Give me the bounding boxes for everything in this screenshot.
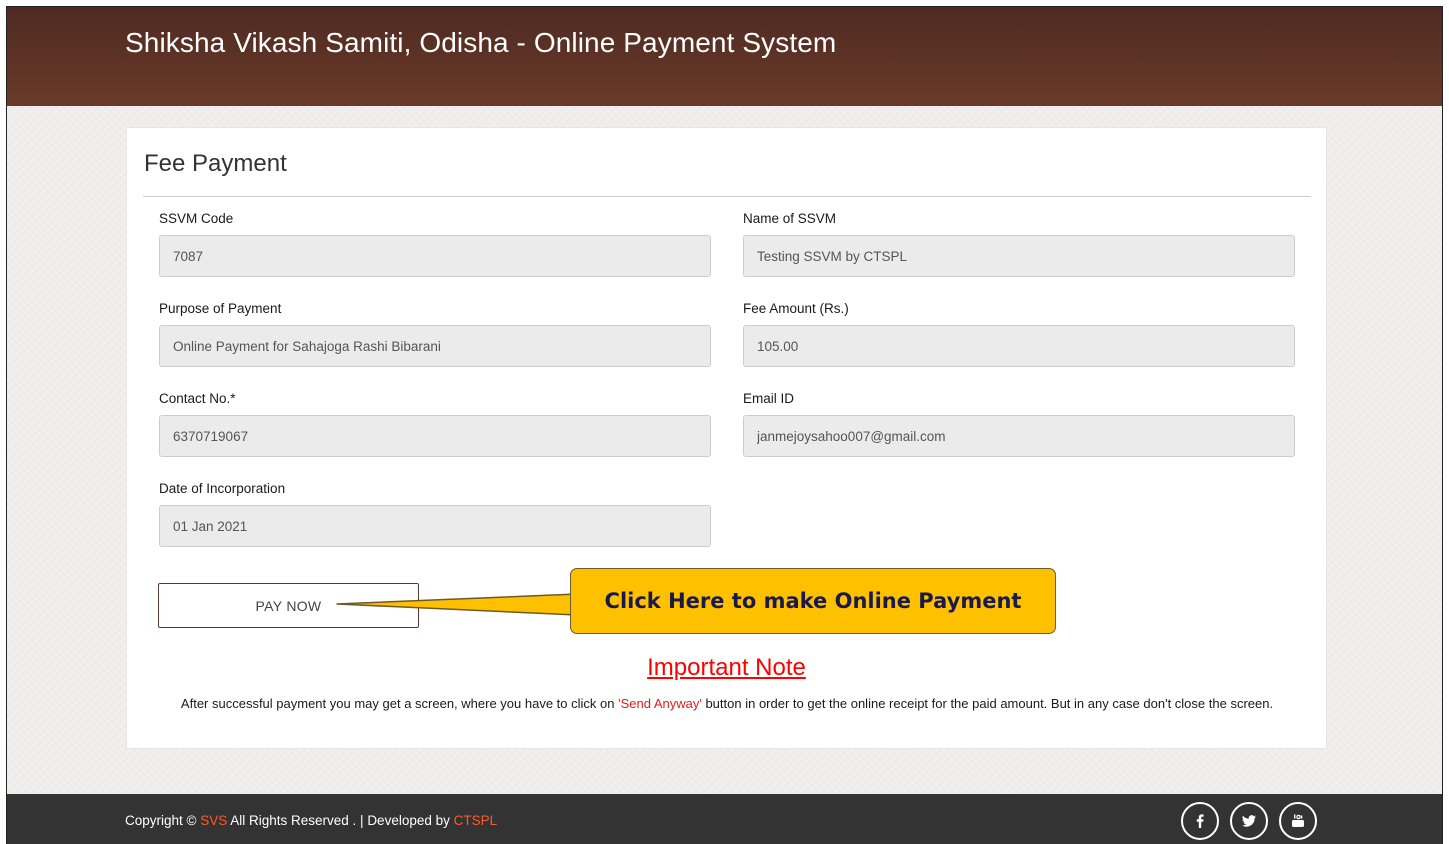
footer-bar: Copyright © SVS All Rights Reserved . | … — [7, 794, 1442, 844]
ssvm-code-input[interactable] — [159, 235, 711, 277]
email-input[interactable] — [743, 415, 1295, 457]
note-text-after: button in order to get the online receip… — [701, 696, 1274, 711]
purpose-label: Purpose of Payment — [159, 301, 282, 316]
incorporation-date-label: Date of Incorporation — [159, 481, 286, 496]
contact-label: Contact No.* — [159, 391, 236, 406]
title-divider — [143, 196, 1311, 197]
copyright-prefix: Copyright © — [125, 813, 201, 828]
fee-amount-input[interactable] — [743, 325, 1295, 367]
ssvm-name-input[interactable] — [743, 235, 1295, 277]
email-label: Email ID — [743, 391, 795, 406]
facebook-icon[interactable] — [1181, 802, 1219, 840]
fee-amount-label: Fee Amount (Rs.) — [743, 301, 849, 316]
twitter-icon[interactable] — [1230, 802, 1268, 840]
ssvm-name-label: Name of SSVM — [743, 211, 837, 226]
app-frame: Shiksha Vikash Samiti, Odisha - Online P… — [6, 6, 1443, 844]
send-anyway-highlight: 'Send Anyway' — [618, 696, 702, 711]
incorporation-date-input[interactable] — [159, 505, 711, 547]
site-title: Shiksha Vikash Samiti, Odisha - Online P… — [125, 27, 837, 58]
ssvm-code-label: SSVM Code — [159, 211, 234, 226]
footer-copyright: Copyright © SVS All Rights Reserved . | … — [125, 813, 497, 828]
callout-box: Click Here to make Online Payment — [570, 568, 1056, 634]
note-text-before: After successful payment you may get a s… — [180, 696, 619, 711]
brand-link[interactable]: SVS — [200, 813, 227, 828]
youtube-icon[interactable] — [1279, 802, 1317, 840]
contact-input[interactable] — [159, 415, 711, 457]
pay-now-button[interactable]: PAY NOW — [158, 583, 419, 628]
header-bar: Shiksha Vikash Samiti, Odisha - Online P… — [7, 7, 1442, 106]
developer-link[interactable]: CTSPL — [454, 813, 498, 828]
important-note-text: After successful payment you may get a s… — [157, 693, 1297, 714]
form-title: Fee Payment — [144, 150, 287, 177]
fee-payment-card: Fee Payment SSVM Code Name of SSVM Purpo… — [126, 127, 1327, 749]
rights-text: All Rights Reserved . | Developed by — [227, 813, 454, 828]
purpose-input[interactable] — [159, 325, 711, 367]
important-note-title: Important Note — [647, 654, 806, 681]
